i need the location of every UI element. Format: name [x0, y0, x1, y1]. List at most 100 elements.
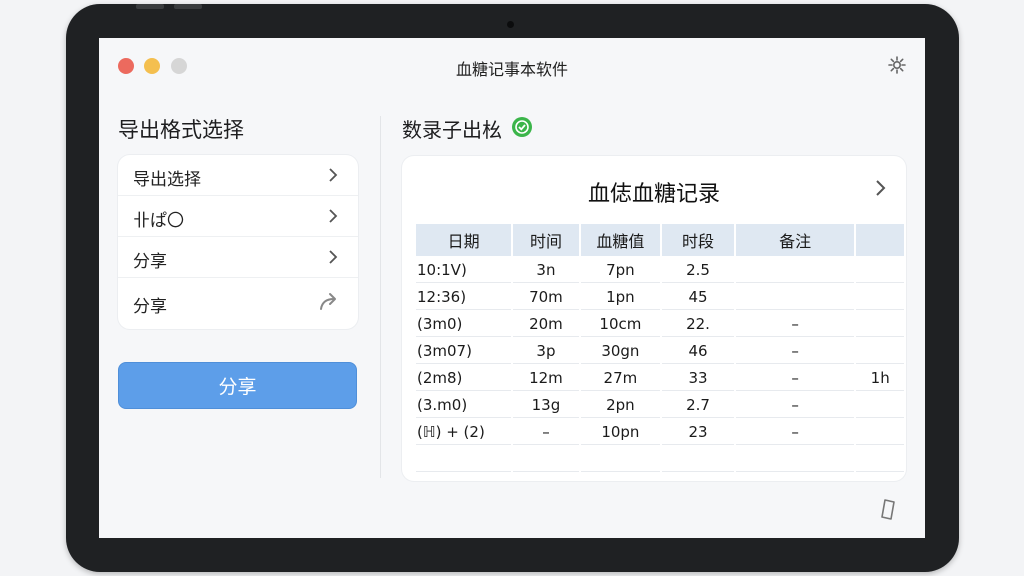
table-cell: [856, 284, 904, 310]
chevron-right-icon: [329, 168, 338, 182]
device-icon[interactable]: [879, 498, 897, 522]
camera-icon: [507, 21, 514, 28]
table-cell: 2.5: [662, 257, 734, 283]
table-cell: 33: [662, 365, 734, 391]
settings-icon[interactable]: [887, 55, 907, 75]
table-cell: –: [735, 311, 855, 337]
table-cell: 10cm: [580, 311, 661, 337]
table-row[interactable]: (2m8) 12m 27m 33–1h: [416, 365, 904, 391]
table-cell: [735, 446, 855, 472]
table-row[interactable]: (3m0) 20m 10cm 22. –: [416, 311, 904, 337]
table-cell: –: [735, 419, 855, 445]
table-row[interactable]: (3.m0) 13g 2pn 2.7–: [416, 392, 904, 418]
table-cell: 1h: [856, 365, 904, 391]
table-cell: [736, 473, 854, 481]
table-cell: 30gn: [580, 338, 661, 364]
table-cell: 27m: [580, 365, 661, 391]
table-cell: –: [735, 365, 855, 391]
table-cell: 3n: [513, 257, 579, 283]
menu-item-label: 分享: [133, 297, 167, 317]
card-title: 血俧血糖记录: [587, 182, 720, 207]
chevron-right-icon[interactable]: [870, 178, 890, 198]
table-cell: [662, 473, 734, 481]
menu-item-label: 分享: [133, 252, 167, 272]
volume-button: [174, 4, 202, 9]
app-title: 血糖记事本软件: [455, 60, 568, 79]
menu-item-label: 卝ぱ〇: [133, 211, 184, 231]
share-arrow-icon: [320, 293, 336, 310]
table-cell: 7pn: [580, 257, 661, 283]
menu-item-share-external[interactable]: 分享: [118, 278, 358, 329]
table-cell: [735, 284, 855, 310]
table-cell: [856, 311, 904, 337]
column-header: 备注: [735, 224, 855, 256]
export-format-heading: 导出格式选择: [118, 118, 244, 142]
table-cell: 10:1V): [416, 257, 512, 283]
table-header-row: 日期 时间 血糖值 时段 备注: [416, 224, 904, 256]
menu-item-share[interactable]: 分享: [118, 237, 358, 278]
table-cell: (3.m0): [416, 392, 512, 418]
table-cell: [856, 419, 904, 445]
column-header: 日期: [416, 224, 512, 256]
table-row[interactable]: (ℍ) + (2) –10pn 23–: [416, 419, 904, 445]
table-cell: 45: [662, 284, 734, 310]
column-header: 时间: [513, 224, 579, 256]
table-cell: –: [735, 338, 855, 364]
table-cell: 2.7: [662, 392, 734, 418]
app-window: 血糖记事本软件 导出格式选择 导出选择 卝ぱ〇 分享 分享 分享 数录子出㭃 血…: [99, 38, 925, 538]
table-cell: (3m07): [416, 338, 512, 364]
table-row[interactable]: 12:36) 70m 1pn 45: [416, 284, 904, 310]
table-cell: [662, 446, 734, 472]
glucose-table: 日期 时间 血糖值 时段 备注 10:1V) 3n 7pn 2.5 12:36) 70m 1…: [414, 223, 906, 481]
table-cell: [513, 446, 579, 472]
pane-divider: [380, 116, 381, 478]
table-cell: [856, 338, 904, 364]
menu-item-export-select[interactable]: 导出选择: [118, 155, 358, 196]
menu-item-label: 导出选择: [133, 170, 201, 190]
table-cell: 20m: [513, 311, 579, 337]
table-cell: 2pn: [580, 392, 661, 418]
glucose-record-card: 血俧血糖记录 日期 时间 血糖值 时段 备注 10:1V) 3n 7pn 2.5 12:…: [402, 156, 906, 481]
chevron-right-icon: [329, 250, 338, 264]
table-cell: 22.: [662, 311, 734, 337]
table-cell: –: [735, 392, 855, 418]
table-cell: 46: [662, 338, 734, 364]
table-cell: [856, 473, 904, 481]
table-cell: [856, 446, 904, 472]
table-cell: [581, 473, 660, 481]
table-cell: 12m: [513, 365, 579, 391]
table-cell: [856, 392, 904, 418]
table-cell: [580, 446, 661, 472]
column-header: [856, 224, 904, 256]
column-header: 时段: [662, 224, 734, 256]
table-cell: [513, 473, 579, 481]
table-cell: [416, 446, 512, 472]
table-cell: (2m8): [416, 365, 512, 391]
export-data-heading: 数录子出㭃: [402, 118, 502, 142]
check-circle-icon: [512, 117, 532, 137]
table-cell: 12:36): [416, 284, 512, 310]
table-cell: 13g: [513, 392, 579, 418]
table-row[interactable]: 10:1V) 3n 7pn 2.5: [416, 257, 904, 283]
table-cell: [856, 257, 904, 283]
title-bar: 血糖记事本软件: [99, 38, 925, 94]
table-cell: (3m0): [416, 311, 512, 337]
table-cell: [735, 257, 855, 283]
export-options-list: 导出选择 卝ぱ〇 分享 分享: [118, 155, 358, 329]
table-cell: 23: [662, 419, 734, 445]
column-header: 血糖值: [580, 224, 661, 256]
table-row[interactable]: [416, 446, 904, 472]
table-cell: –: [513, 419, 579, 445]
table-cell: [416, 473, 511, 481]
table-cell: (ℍ) + (2): [416, 419, 512, 445]
table-row[interactable]: (3m07) 3p 30gn 46–: [416, 338, 904, 364]
table-cell: 3p: [513, 338, 579, 364]
share-button[interactable]: 分享: [118, 362, 357, 409]
table-row[interactable]: [416, 473, 904, 481]
table-cell: 10pn: [580, 419, 661, 445]
table-cell: 70m: [513, 284, 579, 310]
table-cell: 1pn: [580, 284, 661, 310]
menu-item-format[interactable]: 卝ぱ〇: [118, 196, 358, 237]
chevron-right-icon: [329, 209, 338, 223]
volume-button: [136, 4, 164, 9]
